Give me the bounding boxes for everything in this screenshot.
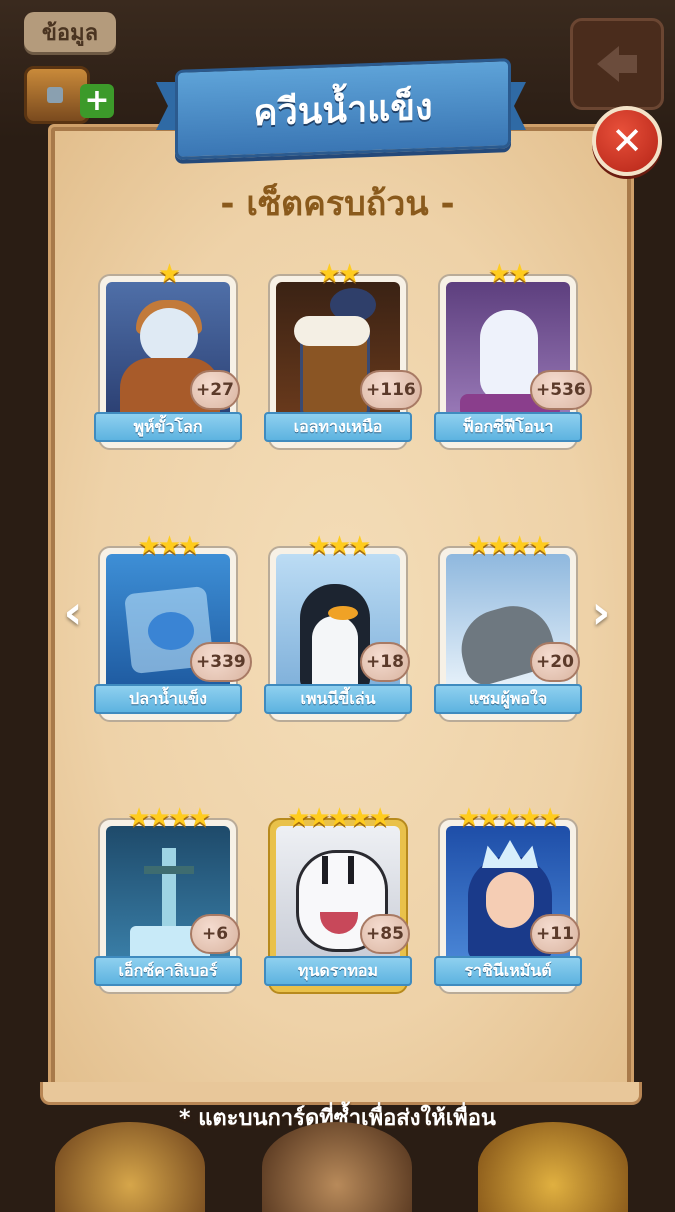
star-rating: ★★★ (137, 531, 202, 561)
card-tundra-tom[interactable]: ★★★★★ +85 ทุนดราทอม (264, 803, 412, 994)
plus-icon[interactable]: + (80, 84, 114, 118)
card-winter-queen[interactable]: ★★★★★ +11 ราชินีเหมันต์ (434, 803, 582, 994)
card-count-badge: +339 (190, 642, 252, 682)
card-sam-seal[interactable]: ★★★★ +20 แซมผู้พอใจ (434, 531, 582, 722)
background-item (262, 1122, 412, 1212)
chevron-right-icon[interactable]: › (586, 585, 616, 639)
star-rating: ★★★★ (127, 803, 211, 833)
card-name: ราชินีเหมันต์ (434, 956, 582, 986)
chevron-left-icon[interactable]: ‹ (58, 585, 88, 639)
card-ice-fish[interactable]: ★★★ +339 ปลาน้ำแข็ง (94, 531, 252, 722)
card-count-badge: +85 (360, 914, 410, 954)
background-item (55, 1122, 205, 1212)
back-arrow-icon (597, 46, 619, 82)
background-item (478, 1122, 628, 1212)
star-rating: ★★★★★ (287, 803, 392, 833)
card-count-badge: +20 (530, 642, 580, 682)
card-count-badge: +116 (360, 370, 422, 410)
info-button[interactable]: ข้อมูล (24, 12, 116, 52)
card-count-badge: +11 (530, 914, 580, 954)
card-name: แซมผู้พอใจ (434, 684, 582, 714)
star-rating: ★★★ (307, 531, 372, 561)
back-arrow-tail (619, 55, 637, 73)
card-name: ฟ็อกซี่ฟีโอนา (434, 412, 582, 442)
star-rating: ★★★★★ (457, 803, 562, 833)
card-name: พูห์ขั้วโลก (94, 412, 242, 442)
card-name: เอลทางเหนือ (264, 412, 412, 442)
card-count-badge: +6 (190, 914, 240, 954)
close-button[interactable]: ✕ (592, 106, 662, 176)
card-name: เอ็กซ์คาลิเบอร์ (94, 956, 242, 986)
card-name: ทุนดราทอม (264, 956, 412, 986)
star-rating: ★★ (487, 259, 532, 289)
title-ribbon: ควีนน้ำแข็ง (175, 58, 511, 160)
back-button[interactable] (570, 18, 664, 110)
star-rating: ★ (157, 259, 181, 289)
card-excalibur[interactable]: ★★★★ +6 เอ็กซ์คาลิเบอร์ (94, 803, 242, 994)
card-penny-penguin[interactable]: ★★★ +18 เพนนีขี้เล่น (264, 531, 412, 722)
card-name: เพนนีขี้เล่น (264, 684, 412, 714)
card-polar-bear[interactable]: ★ +27 พูห์ขั้วโลก (94, 259, 242, 450)
card-count-badge: +536 (530, 370, 592, 410)
card-northern-ale[interactable]: ★★ +116 เอลทางเหนือ (264, 259, 422, 450)
set-complete-subtitle: - เซ็ตครบถ้วน - (220, 184, 455, 224)
star-rating: ★★ (317, 259, 362, 289)
close-icon: ✕ (611, 119, 643, 163)
star-rating: ★★★★ (467, 531, 551, 561)
card-name: ปลาน้ำแข็ง (94, 684, 242, 714)
card-foxy-fiona[interactable]: ★★ +536 ฟ็อกซี่ฟีโอนา (434, 259, 592, 450)
card-count-badge: +18 (360, 642, 410, 682)
page-title: ควีนน้ำแข็ง (253, 86, 433, 134)
card-count-badge: +27 (190, 370, 240, 410)
